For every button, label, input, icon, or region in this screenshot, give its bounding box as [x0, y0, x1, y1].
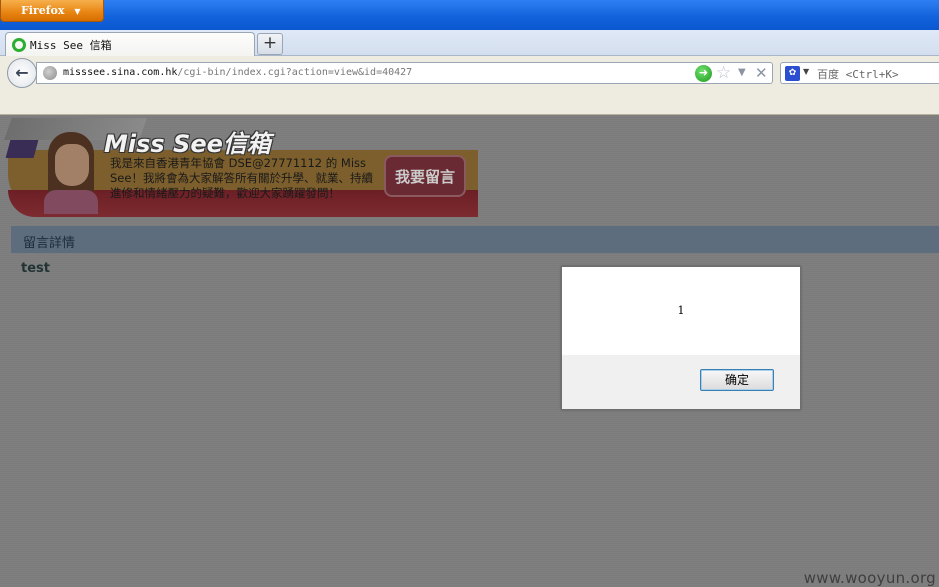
site-logo: Miss See信箱: [104, 130, 271, 158]
alert-message: 1: [677, 304, 685, 317]
avatar: [5, 130, 100, 214]
firefox-menu-label: Firefox: [21, 4, 65, 17]
site-banner: Miss See信箱 我是來自香港青年協會 DSE@27771112 的 Mis…: [3, 118, 478, 218]
globe-icon: [43, 66, 57, 80]
tab-miss-see[interactable]: Miss See 信箱: [5, 32, 255, 57]
avatar-body: [44, 190, 98, 214]
window-titlebar: Firefox ▼: [0, 0, 939, 30]
ok-button[interactable]: 确定: [700, 369, 774, 391]
chevron-down-icon: ▼: [74, 5, 81, 16]
alert-dialog: 1 确定: [561, 266, 801, 410]
search-engine-dropdown-icon[interactable]: ▼: [803, 67, 809, 76]
url-path: /cgi-bin/index.cgi?action=view&id=40427: [177, 67, 413, 78]
section-title: 留言詳情: [23, 236, 76, 251]
firefox-menu-button[interactable]: Firefox ▼: [0, 0, 104, 22]
alert-body: 1: [562, 267, 800, 355]
back-arrow-icon: ←: [15, 63, 29, 82]
search-bar[interactable]: ✿ ▼ 百度 <Ctrl+K>: [780, 62, 939, 84]
watermark: www.wooyun.org: [803, 569, 936, 587]
stop-icon[interactable]: ✕: [755, 64, 768, 82]
url-text: misssee.sina.com.hk/cgi-bin/index.cgi?ac…: [63, 67, 412, 78]
new-tab-button[interactable]: +: [257, 33, 283, 55]
back-button[interactable]: ←: [7, 58, 37, 88]
banner-description: 我是來自香港青年協會 DSE@27771112 的 Miss See！我將會為大…: [110, 156, 373, 200]
baidu-paw-icon[interactable]: ✿: [785, 66, 800, 81]
search-placeholder: 百度 <Ctrl+K>: [817, 68, 899, 81]
section-header: 留言詳情: [11, 226, 939, 253]
bookmark-star-icon[interactable]: ☆: [716, 63, 731, 83]
bookmarks-toolbar: [0, 90, 939, 115]
history-dropdown-icon[interactable]: ▼: [738, 67, 746, 78]
loading-icon: [12, 38, 26, 52]
url-host: misssee.sina.com.hk: [63, 67, 178, 78]
navigation-bar: misssee.sina.com.hk/cgi-bin/index.cgi?ac…: [0, 56, 939, 90]
avatar-face: [55, 144, 89, 186]
go-arrow-icon[interactable]: ➜: [695, 65, 712, 82]
tab-title: Miss See 信箱: [30, 39, 112, 52]
tab-strip: Miss See 信箱 +: [0, 30, 939, 57]
leave-message-button[interactable]: 我要留言: [384, 155, 466, 197]
url-bar[interactable]: misssee.sina.com.hk/cgi-bin/index.cgi?ac…: [36, 62, 773, 84]
graduation-cap-icon: [5, 140, 39, 158]
post-title: test: [21, 261, 50, 276]
